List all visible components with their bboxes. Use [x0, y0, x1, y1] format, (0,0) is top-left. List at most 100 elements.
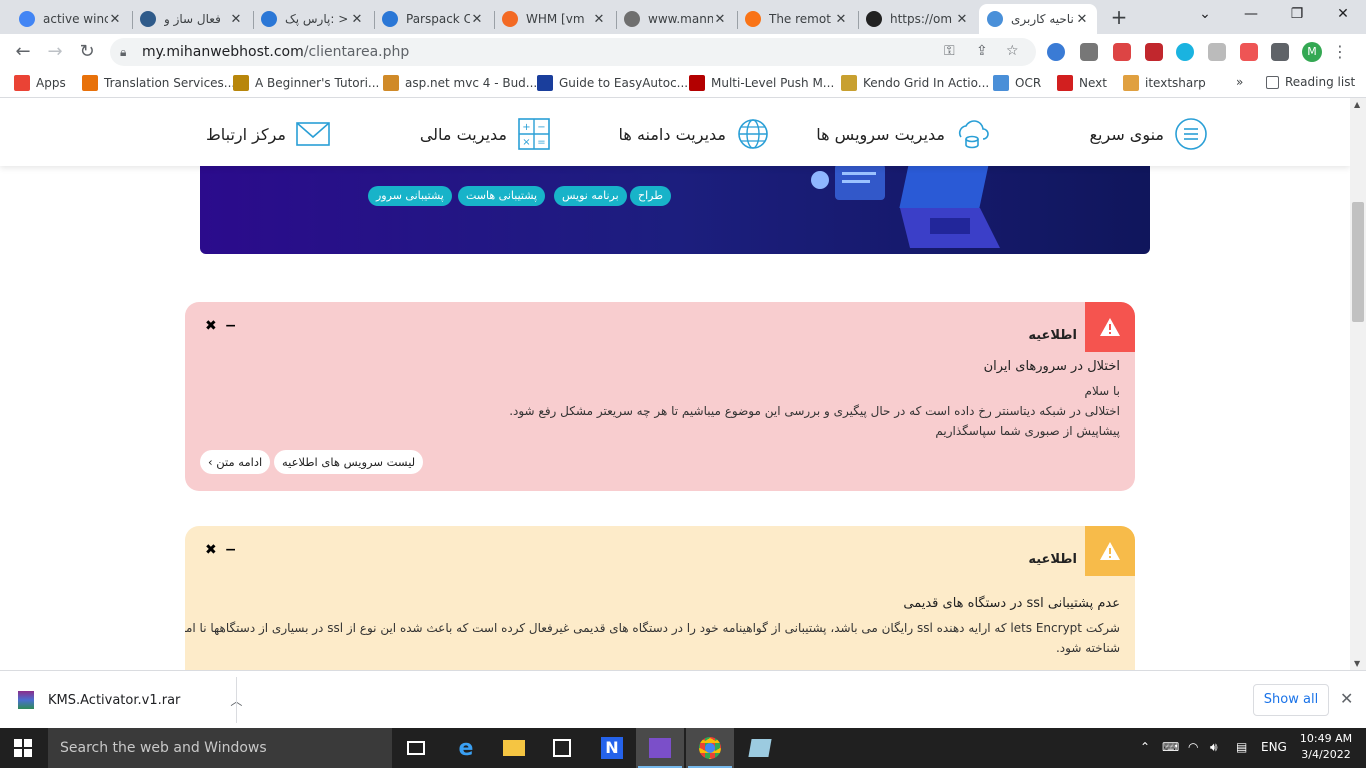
bookmark-item[interactable]: Guide to EasyAutoc... [537, 75, 688, 91]
tab-close-icon[interactable]: ✕ [1075, 12, 1089, 27]
edge-icon[interactable]: e [442, 728, 490, 768]
nav-billing-label: مدیریت مالی [419, 124, 507, 144]
nav-services[interactable]: مدیریت سرویس ها [816, 118, 989, 150]
extension-4-icon[interactable] [1145, 43, 1163, 61]
tab-close-icon[interactable]: ✕ [955, 12, 969, 27]
page-scrollbar[interactable]: ▲ ▼ [1350, 98, 1366, 670]
browser-menu-icon[interactable]: ⋮ [1332, 42, 1348, 61]
extension-6-icon[interactable] [1208, 43, 1226, 61]
download-item[interactable]: KMS.Activator.v1.rar ︿ [18, 691, 242, 709]
extension-3-icon[interactable] [1113, 43, 1131, 61]
bookmark-item[interactable]: asp.net mvc 4 - Bud... [383, 75, 537, 91]
key-icon[interactable]: ⚿ [944, 43, 955, 59]
show-all-downloads-button[interactable]: Show all [1253, 684, 1329, 716]
tab-title: WHM [vm [526, 12, 585, 26]
alert-heading: اطلاعیه [1028, 552, 1077, 567]
nav-contact[interactable]: مرکز ارتباط [206, 118, 330, 150]
share-icon[interactable]: ⇪ [976, 43, 988, 59]
bookmark-item[interactable]: Next [1057, 75, 1107, 91]
tab-close-icon[interactable]: ✕ [713, 12, 727, 27]
windows-start-icon[interactable] [14, 739, 32, 757]
browser-tab[interactable]: WHM [vm ✕ [494, 4, 614, 34]
wifi-icon[interactable]: ◠ [1188, 740, 1198, 754]
tab-title: active winc [43, 12, 108, 26]
notification-icon[interactable]: ▤ [1236, 740, 1247, 754]
scrollbar-thumb[interactable] [1352, 202, 1364, 322]
reading-list-button[interactable]: Reading list [1266, 75, 1355, 89]
bookmark-star-icon[interactable]: ☆ [1006, 43, 1019, 59]
extension-2-icon[interactable] [1080, 43, 1098, 61]
extensions-puzzle-icon[interactable] [1271, 43, 1289, 61]
nav-domains-label: مدیریت دامنه ها [618, 124, 726, 144]
taskbar-search-box[interactable]: Search the web and Windows [48, 728, 392, 768]
tab-close-icon[interactable]: ✕ [108, 12, 122, 27]
close-download-bar-icon[interactable]: ✕ [1340, 689, 1353, 708]
nav-billing[interactable]: + − × = مدیریت مالی [420, 118, 551, 150]
alert-services-list-button[interactable]: لیست سرویس های اطلاعیه [274, 450, 424, 474]
reload-icon[interactable]: ↻ [76, 42, 98, 64]
browser-tab[interactable]: https://om ✕ [858, 4, 977, 34]
extension-7-icon[interactable] [1240, 43, 1258, 61]
extension-1-icon[interactable] [1047, 43, 1065, 61]
visual-studio-icon[interactable] [636, 728, 684, 768]
bookmark-item[interactable]: A Beginner's Tutori... [233, 75, 379, 91]
tray-chevron-icon[interactable]: ⌃ [1140, 740, 1150, 754]
language-indicator[interactable]: ENG [1261, 740, 1287, 754]
volume-icon[interactable]: 🔊︎ [1210, 740, 1218, 755]
browser-tab[interactable]: ناحیه کاربری ✕ [979, 4, 1097, 34]
clock[interactable]: 10:49 AM 3/4/2022 [1296, 731, 1356, 763]
close-window-button[interactable]: ✕ [1328, 6, 1358, 22]
bookmark-item[interactable]: Apps [14, 75, 66, 91]
browser-tab[interactable]: پارس پک: > ✕ [253, 4, 372, 34]
browser-tab[interactable]: www.mann ✕ [616, 4, 735, 34]
chrome-icon[interactable] [686, 728, 734, 768]
bookmark-item[interactable]: Translation Services... [82, 75, 235, 91]
bookmark-item[interactable]: itextsharp [1123, 75, 1206, 91]
bookmark-item[interactable]: Multi-Level Push M... [689, 75, 834, 91]
bookmarks-overflow-button[interactable]: » [1236, 75, 1243, 89]
alert-read-more-button[interactable]: ادامه متن › [200, 450, 271, 474]
address-bar[interactable]: 🔒︎ my.mihanwebhost.com/clientarea.php ⚿ … [110, 38, 1036, 66]
browser-tab[interactable]: active winc ✕ [11, 4, 130, 34]
nav-quick-menu[interactable]: منوی سریع [1090, 118, 1208, 150]
tab-close-icon[interactable]: ✕ [834, 12, 848, 27]
back-icon[interactable]: ← [12, 42, 34, 64]
store-icon[interactable] [538, 728, 586, 768]
file-explorer-icon[interactable] [490, 728, 538, 768]
bookmark-item[interactable]: Kendo Grid In Actio... [841, 75, 989, 91]
nav-domains[interactable]: مدیریت دامنه ها [619, 118, 770, 150]
tab-close-icon[interactable]: ✕ [592, 12, 606, 27]
profile-avatar[interactable]: M [1302, 42, 1322, 62]
bookmark-favicon-icon [233, 75, 249, 91]
scroll-down-icon[interactable]: ▼ [1354, 659, 1360, 668]
extension-5-icon[interactable] [1176, 43, 1194, 61]
input-indicator-icon[interactable]: ⌨ [1162, 740, 1179, 754]
tab-title: https://om [890, 12, 953, 26]
tab-search-icon[interactable]: ⌄ [1190, 6, 1220, 22]
tab-close-icon[interactable]: ✕ [470, 12, 484, 27]
task-view-icon[interactable] [392, 728, 440, 768]
promo-banner[interactable]: طراح برنامه نویس پشتیبانی هاست پشتیبانی سرو… [200, 158, 1150, 254]
url-text: my.mihanwebhost.com/clientarea.php [142, 44, 409, 60]
alert-line: شناخته شود. [1055, 641, 1120, 655]
minimize-icon[interactable]: − [225, 318, 237, 334]
browser-tab[interactable]: Parspack C ✕ [374, 4, 492, 34]
browser-tab[interactable]: فعال ساز و ✕ [132, 4, 251, 34]
close-icon[interactable]: ✖ [205, 318, 217, 334]
notes-app-icon[interactable]: N [588, 728, 636, 768]
app-icon[interactable] [736, 728, 784, 768]
forward-icon[interactable]: → [44, 42, 66, 64]
restore-button[interactable]: ❐ [1282, 6, 1312, 22]
browser-tab[interactable]: The remot ✕ [737, 4, 856, 34]
tab-close-icon[interactable]: ✕ [350, 12, 364, 27]
new-tab-button[interactable]: + [1108, 6, 1130, 28]
scroll-up-icon[interactable]: ▲ [1354, 100, 1360, 109]
minimize-button[interactable]: — [1236, 6, 1266, 22]
cpanel-icon [502, 11, 518, 27]
minimize-icon[interactable]: − [225, 542, 237, 558]
site-nav: منوی سریع مدیریت سرویس ها مدیریت دامنه ه… [0, 98, 1350, 166]
tab-close-icon[interactable]: ✕ [229, 12, 243, 27]
close-icon[interactable]: ✖ [205, 542, 217, 558]
alert-title: اختلال در سرورهای ایران [983, 359, 1120, 374]
bookmark-item[interactable]: OCR [993, 75, 1041, 91]
